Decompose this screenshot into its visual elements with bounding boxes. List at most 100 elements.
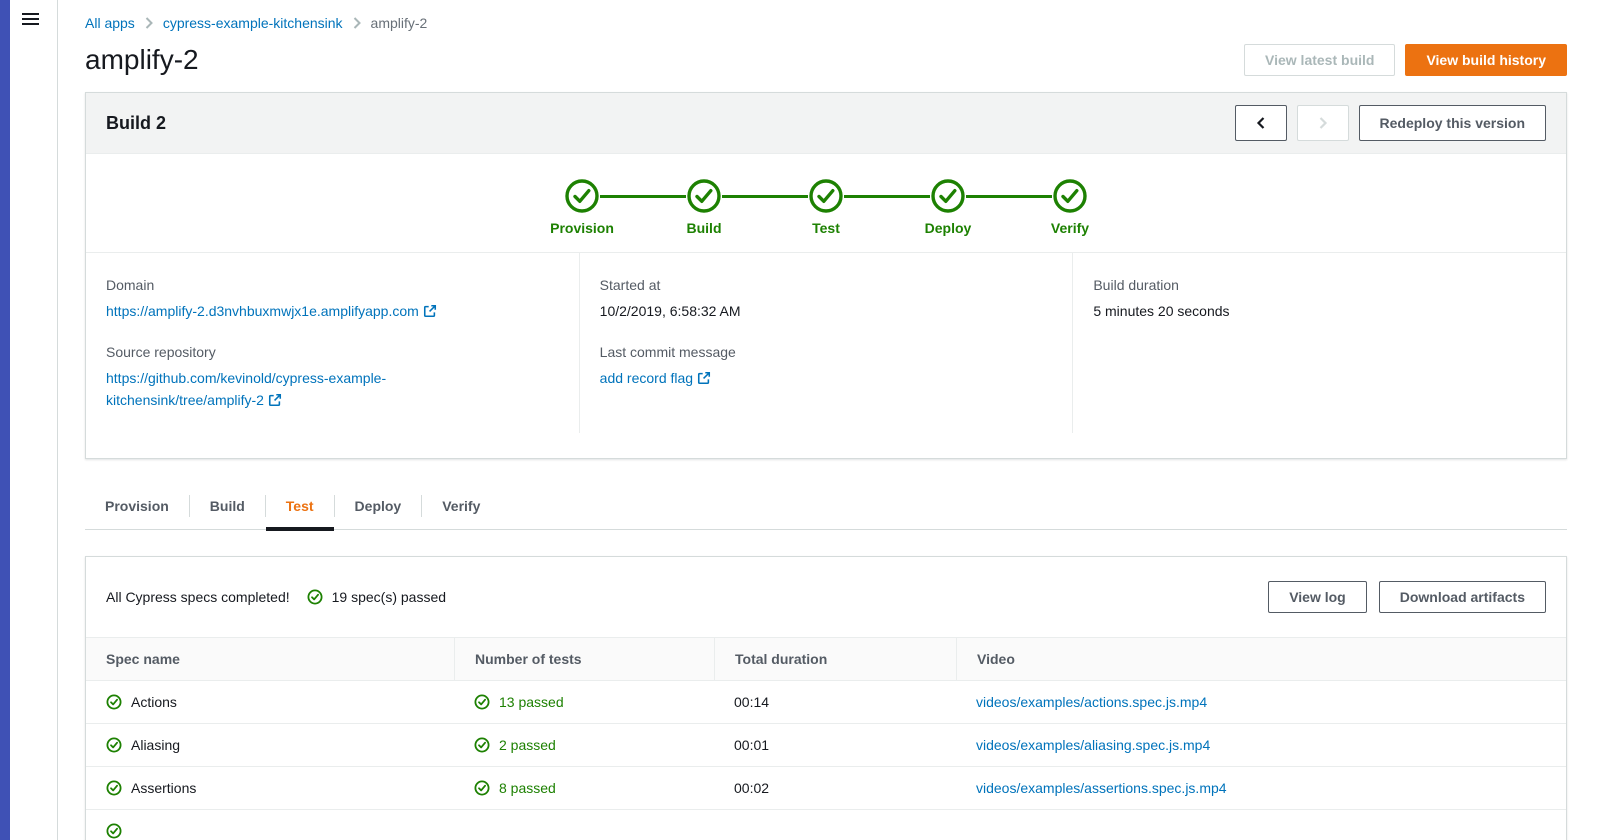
check-circle-icon bbox=[106, 823, 122, 839]
column-header-number-of-tests: Number of tests bbox=[454, 638, 714, 680]
details-column-domain: Domain https://amplify-2.d3nvhbuxmwjx1e.… bbox=[86, 253, 579, 433]
build-details: Domain https://amplify-2.d3nvhbuxmwjx1e.… bbox=[86, 253, 1566, 458]
table-header: Spec name Number of tests Total duration… bbox=[86, 637, 1566, 681]
step-label: Deploy bbox=[925, 220, 972, 236]
total-duration: 00:14 bbox=[714, 681, 956, 723]
test-results-card: All Cypress specs completed! 19 spec(s) … bbox=[85, 556, 1567, 840]
tab-provision[interactable]: Provision bbox=[85, 483, 189, 529]
step-label: Provision bbox=[550, 220, 614, 236]
pipeline-step-build: Build bbox=[686, 178, 722, 214]
page-header: amplify-2 View latest build View build h… bbox=[85, 44, 1567, 76]
external-link-icon bbox=[423, 304, 437, 318]
main-content: All apps cypress-example-kitchensink amp… bbox=[58, 0, 1600, 840]
check-circle-icon bbox=[307, 589, 323, 605]
test-status-message: All Cypress specs completed! bbox=[106, 589, 290, 605]
page-title: amplify-2 bbox=[85, 44, 199, 76]
spec-name: Aliasing bbox=[131, 737, 180, 753]
chevron-right-icon bbox=[1317, 116, 1329, 130]
tests-passed: 13 passed bbox=[499, 694, 564, 710]
app-window: All apps cypress-example-kitchensink amp… bbox=[0, 0, 1600, 840]
pipeline: Provision Build Test Deplo bbox=[86, 154, 1566, 253]
hamburger-icon bbox=[22, 13, 39, 25]
chevron-right-icon bbox=[353, 17, 361, 29]
build-card-actions: Redeploy this version bbox=[1235, 105, 1546, 141]
previous-build-button[interactable] bbox=[1235, 105, 1287, 141]
test-status-actions: View log Download artifacts bbox=[1268, 581, 1546, 613]
build-card-header: Build 2 Redeploy this version bbox=[86, 93, 1566, 154]
source-repository-label: Source repository bbox=[106, 344, 559, 360]
pipeline-step-verify: Verify bbox=[1052, 178, 1088, 214]
check-circle-icon bbox=[106, 780, 122, 796]
column-header-spec-name: Spec name bbox=[86, 638, 454, 680]
check-circle-icon bbox=[1052, 178, 1088, 214]
table-row: Actions 13 passed 00:14 videos/examples/… bbox=[86, 681, 1566, 724]
video-link[interactable]: videos/examples/actions.spec.js.mp4 bbox=[976, 694, 1207, 710]
check-circle-icon bbox=[808, 178, 844, 214]
details-column-commit: Started at 10/2/2019, 6:58:32 AM Last co… bbox=[579, 253, 1073, 433]
tab-verify[interactable]: Verify bbox=[422, 483, 500, 529]
step-label: Test bbox=[812, 220, 840, 236]
step-connector bbox=[966, 195, 1052, 198]
check-circle-icon bbox=[686, 178, 722, 214]
specs-passed-summary: 19 spec(s) passed bbox=[332, 589, 446, 605]
view-latest-build-button[interactable]: View latest build bbox=[1244, 44, 1395, 76]
total-duration: 00:02 bbox=[714, 767, 956, 809]
spec-name: Assertions bbox=[131, 780, 196, 796]
tab-build[interactable]: Build bbox=[190, 483, 265, 529]
pipeline-step-test: Test bbox=[808, 178, 844, 214]
redeploy-button[interactable]: Redeploy this version bbox=[1359, 105, 1546, 141]
sidebar bbox=[10, 0, 58, 840]
menu-toggle-button[interactable] bbox=[16, 4, 45, 34]
video-link[interactable]: videos/examples/aliasing.spec.js.mp4 bbox=[976, 737, 1210, 753]
download-artifacts-button[interactable]: Download artifacts bbox=[1379, 581, 1546, 613]
started-at-value: 10/2/2019, 6:58:32 AM bbox=[600, 300, 1053, 322]
check-circle-icon bbox=[106, 737, 122, 753]
tests-passed: 2 passed bbox=[499, 737, 556, 753]
breadcrumb-current: amplify-2 bbox=[371, 15, 428, 31]
step-connector bbox=[844, 195, 930, 198]
check-circle-icon bbox=[474, 694, 490, 710]
chevron-right-icon bbox=[145, 17, 153, 29]
column-header-video: Video bbox=[956, 638, 1566, 680]
check-circle-icon bbox=[474, 737, 490, 753]
step-connector bbox=[722, 195, 808, 198]
build-duration-label: Build duration bbox=[1093, 277, 1546, 293]
check-circle-icon bbox=[474, 780, 490, 796]
build-duration-value: 5 minutes 20 seconds bbox=[1093, 300, 1546, 322]
nav-accent-bar bbox=[0, 0, 10, 840]
next-build-button[interactable] bbox=[1297, 105, 1349, 141]
breadcrumb-app[interactable]: cypress-example-kitchensink bbox=[163, 15, 343, 31]
chevron-left-icon bbox=[1255, 116, 1267, 130]
tab-deploy[interactable]: Deploy bbox=[335, 483, 422, 529]
step-label: Build bbox=[687, 220, 722, 236]
view-log-button[interactable]: View log bbox=[1268, 581, 1367, 613]
check-circle-icon bbox=[564, 178, 600, 214]
tab-test[interactable]: Test bbox=[266, 483, 334, 529]
build-card: Build 2 Redeploy this version Provi bbox=[85, 92, 1567, 459]
external-link-icon bbox=[268, 393, 282, 407]
breadcrumb-all-apps[interactable]: All apps bbox=[85, 15, 135, 31]
check-circle-icon bbox=[930, 178, 966, 214]
pipeline-step-deploy: Deploy bbox=[930, 178, 966, 214]
table-row: Assertions 8 passed 00:02 videos/example… bbox=[86, 767, 1566, 810]
pipeline-step-provision: Provision bbox=[564, 178, 600, 214]
step-label: Verify bbox=[1051, 220, 1089, 236]
external-link-icon bbox=[697, 371, 711, 385]
table-row: Aliasing 2 passed 00:01 videos/examples/… bbox=[86, 724, 1566, 767]
started-at-label: Started at bbox=[600, 277, 1053, 293]
check-circle-icon bbox=[106, 694, 122, 710]
test-status-row: All Cypress specs completed! 19 spec(s) … bbox=[86, 557, 1566, 637]
tests-passed: 8 passed bbox=[499, 780, 556, 796]
last-commit-link[interactable]: add record flag bbox=[600, 370, 693, 386]
domain-link[interactable]: https://amplify-2.d3nvhbuxmwjx1e.amplify… bbox=[106, 303, 419, 319]
source-repository-link[interactable]: https://github.com/kevinold/cypress-exam… bbox=[106, 370, 386, 408]
view-build-history-button[interactable]: View build history bbox=[1405, 44, 1567, 76]
video-link[interactable]: videos/examples/assertions.spec.js.mp4 bbox=[976, 780, 1227, 796]
last-commit-label: Last commit message bbox=[600, 344, 1053, 360]
page-header-actions: View latest build View build history bbox=[1244, 44, 1567, 76]
domain-label: Domain bbox=[106, 277, 559, 293]
breadcrumb: All apps cypress-example-kitchensink amp… bbox=[85, 0, 1567, 31]
table-row-partial bbox=[86, 810, 1566, 840]
step-connector bbox=[600, 195, 686, 198]
spec-name: Actions bbox=[131, 694, 177, 710]
